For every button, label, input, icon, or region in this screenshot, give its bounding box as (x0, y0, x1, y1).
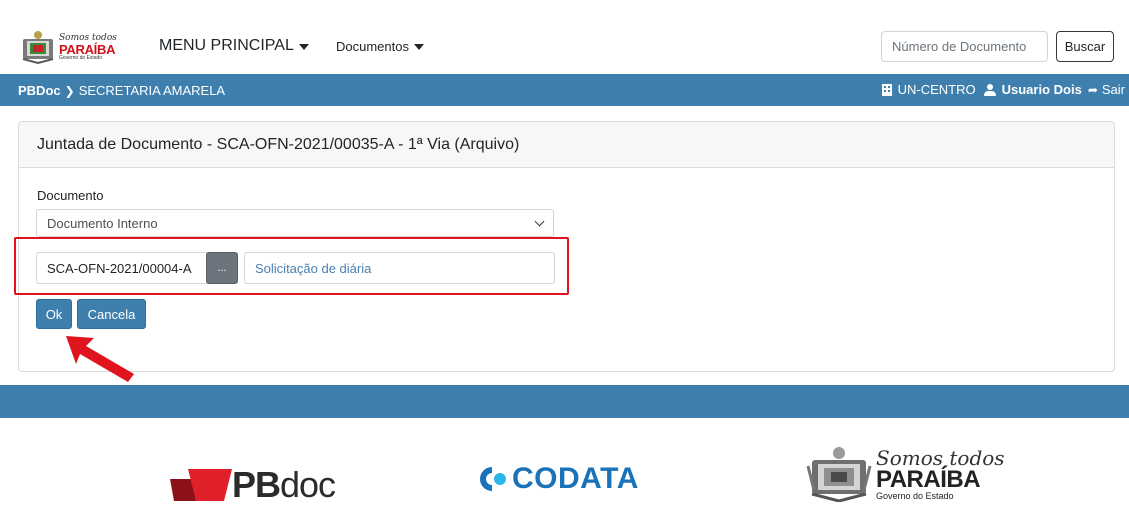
building-icon (881, 83, 892, 96)
document-type-value: Documento Interno (47, 215, 158, 231)
ok-button[interactable]: Ok (36, 299, 72, 329)
user-area: UN-CENTRO Usuario Dois ➦ Sair (881, 82, 1125, 97)
logo-state-name: PARAÍBA (59, 41, 116, 57)
breadcrumb-app-link[interactable]: PBDoc (18, 83, 61, 98)
document-code-input[interactable]: SCA-OFN-2021/00004-A (36, 252, 222, 284)
user-icon (983, 83, 996, 96)
paraiba-logo[interactable]: Somos todos PARAÍBA Governo do Estado (20, 28, 120, 66)
document-label: Documento (37, 188, 104, 203)
pbdoc-mark-icon (170, 469, 232, 501)
document-description-field: Solicitação de diária (244, 252, 555, 284)
footer-subtitle: Governo do Estado (876, 490, 954, 501)
breadcrumb-bar: PBDoc ❯ SECRETARIA AMARELA UN-CENTRO Usu… (0, 74, 1129, 106)
caret-down-icon (413, 44, 424, 50)
footer-slogan: Somos todos (876, 445, 1005, 470)
unit-name[interactable]: UN-CENTRO (898, 82, 976, 97)
chevron-right-icon: ❯ (64, 83, 75, 98)
menu-principal-label: MENU PRINCIPAL (159, 37, 294, 54)
codata-logo: CODATA (478, 462, 639, 496)
document-type-select[interactable]: Documento Interno (36, 209, 554, 237)
state-crest-icon (806, 446, 872, 503)
paraiba-footer-logo: Somos todos PARAÍBA Governo do Estado (806, 445, 1005, 503)
user-name[interactable]: Usuario Dois (1002, 82, 1082, 97)
pbdoc-logo: PBdoc (170, 464, 336, 505)
document-code-value: SCA-OFN-2021/00004-A (47, 260, 192, 276)
documentos-label: Documentos (336, 39, 409, 54)
juntada-card: Juntada de Documento - SCA-OFN-2021/0003… (14, 121, 1115, 372)
cancel-button[interactable]: Cancela (77, 299, 146, 329)
codata-text: CODATA (512, 462, 639, 495)
footer-state-name: PARAÍBA (876, 465, 981, 493)
top-navbar: Somos todos PARAÍBA Governo do Estado ME… (0, 0, 1129, 72)
pbdoc-light-text: doc (280, 464, 336, 505)
red-arrow-pointer-icon (66, 336, 134, 382)
breadcrumb-location: SECRETARIA AMARELA (78, 83, 226, 98)
card-header: Juntada de Documento - SCA-OFN-2021/0003… (19, 122, 1114, 168)
pbdoc-bold-text: PB (232, 464, 281, 505)
state-crest-icon (20, 30, 56, 65)
page-title: Juntada de Documento - SCA-OFN-2021/0003… (37, 135, 520, 153)
breadcrumb: PBDoc ❯ SECRETARIA AMARELA (18, 83, 225, 98)
document-lookup-button[interactable]: ... (206, 252, 238, 284)
sign-out-icon: ➦ (1087, 82, 1098, 97)
chevron-down-icon (534, 216, 545, 226)
footer-bar (0, 385, 1129, 418)
document-number-search-input[interactable] (881, 31, 1048, 62)
search-button[interactable]: Buscar (1056, 31, 1114, 62)
sair-link[interactable]: Sair (1102, 82, 1125, 97)
menu-principal-dropdown[interactable]: MENU PRINCIPAL (159, 37, 309, 55)
footer-logos: PBdoc CODATA Somos todos PARAÍBA Governo… (0, 418, 1129, 512)
codata-mark-icon (480, 467, 506, 491)
caret-down-icon (298, 43, 309, 50)
documentos-dropdown[interactable]: Documentos (336, 39, 424, 54)
document-description-value: Solicitação de diária (255, 260, 372, 276)
